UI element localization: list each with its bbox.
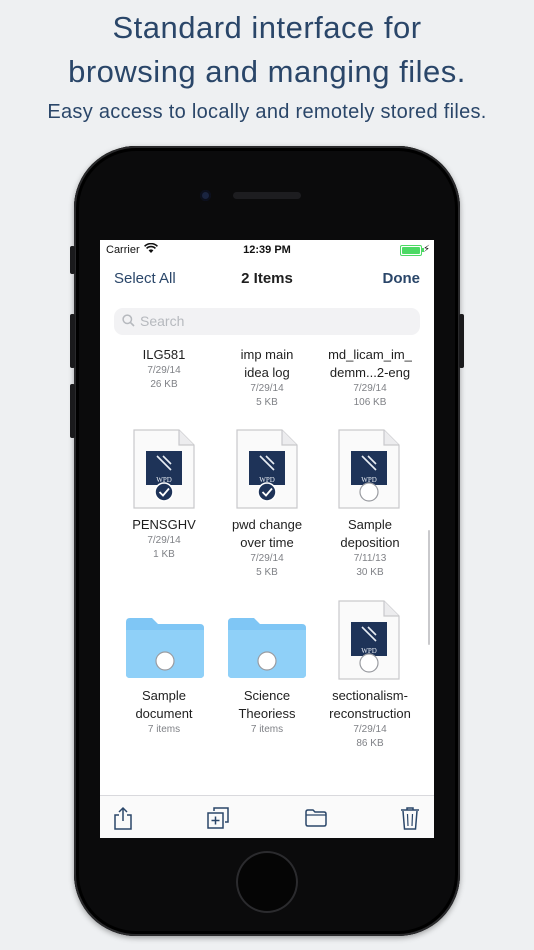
file-size: 26 KB (150, 379, 178, 390)
file-item-imp-main-idea-log[interactable]: imp main idea log 7/29/14 5 KB (215, 346, 319, 410)
app-screen: Carrier 12:39 PM ⚡ Select All 2 Items Do… (100, 240, 434, 838)
folder-name-line1: Sample (141, 688, 187, 703)
folder-item-science-theoriess[interactable]: Science Theoriess 7 items (215, 687, 319, 737)
search-icon (122, 314, 135, 332)
file-item-sample-deposition[interactable]: Sample deposition 7/11/13 30 KB (318, 516, 422, 580)
battery-icon (400, 245, 424, 256)
folder-icon[interactable] (226, 616, 308, 680)
search-placeholder: Search (140, 313, 185, 329)
front-camera (200, 190, 211, 201)
folder-name-line2: Theoriess (238, 706, 296, 721)
file-name: ILG581 (142, 347, 186, 362)
folder-item-sample-document[interactable]: Sample document 7 items (112, 687, 216, 737)
file-size: 5 KB (256, 397, 278, 408)
file-name-line1: sectionalism- (332, 688, 408, 703)
document-icon[interactable]: WPD (236, 429, 298, 509)
done-button[interactable]: Done (383, 270, 421, 287)
file-name-line2: over time (240, 535, 294, 550)
file-item-pwd-change[interactable]: pwd change over time 7/29/14 5 KB (215, 516, 319, 580)
search-field[interactable]: Search (114, 308, 420, 335)
file-date: 7/29/14 (353, 383, 387, 394)
file-name-line2: deposition (340, 535, 400, 550)
file-name-line2: demm...2-eng (329, 365, 411, 380)
charging-bolt-icon: ⚡ (422, 244, 430, 255)
file-date: 7/11/13 (353, 553, 387, 564)
navigation-bar: Select All 2 Items Done (100, 266, 434, 292)
file-size: 1 KB (153, 549, 175, 560)
document-icon[interactable]: WPD (338, 600, 400, 680)
phone-volume-up (70, 314, 75, 368)
file-date: 7/29/14 (147, 535, 181, 546)
file-date: 7/29/14 (250, 383, 284, 394)
bottom-toolbar (100, 795, 434, 838)
file-name-line2: reconstruction (329, 706, 411, 721)
folder-count: 7 items (250, 724, 284, 735)
file-size: 30 KB (356, 567, 384, 578)
folder-name-line1: Science (243, 688, 291, 703)
document-icon[interactable]: WPD (338, 429, 400, 509)
promo-headline-line2: browsing and manging files. (68, 54, 466, 89)
file-name-line1: md_licam_im_ (328, 347, 412, 362)
file-name-line2: idea log (244, 365, 290, 380)
file-item-pensghv[interactable]: PENSGHV 7/29/14 1 KB (112, 516, 216, 562)
file-item-md-licam[interactable]: md_licam_im_ demm...2-eng 7/29/14 106 KB (318, 346, 422, 410)
duplicate-icon[interactable] (206, 806, 230, 835)
promo-subline: Easy access to locally and remotely stor… (47, 101, 487, 123)
status-time: 12:39 PM (243, 244, 291, 256)
folder-count: 7 items (147, 724, 181, 735)
home-button[interactable] (236, 851, 298, 913)
document-icon[interactable]: WPD (133, 429, 195, 509)
promo-headline-line1: Standard interface for (112, 10, 422, 45)
file-date: 7/29/14 (353, 724, 387, 735)
file-name-line1: imp main (240, 347, 294, 362)
file-item-ilg581[interactable]: ILG581 7/29/14 26 KB (112, 346, 216, 392)
folder-icon[interactable] (305, 809, 327, 832)
share-icon[interactable] (113, 806, 133, 835)
file-item-sectionalism[interactable]: sectionalism- reconstruction 7/29/14 86 … (318, 687, 422, 751)
phone-mute-switch (70, 246, 75, 274)
file-name-line1: pwd change (231, 517, 303, 532)
phone-volume-down (70, 384, 75, 438)
trash-icon[interactable] (400, 806, 420, 835)
file-date: 7/29/14 (147, 365, 181, 376)
file-name: PENSGHV (132, 517, 196, 532)
scroll-indicator[interactable] (428, 530, 430, 645)
phone-power-button (459, 314, 464, 368)
folder-icon[interactable] (124, 616, 206, 680)
earpiece-speaker (233, 192, 301, 199)
folder-name-line2: document (135, 706, 193, 721)
file-name-line1: Sample (347, 517, 393, 532)
file-size: 86 KB (356, 738, 384, 749)
status-bar: Carrier 12:39 PM ⚡ (100, 240, 434, 260)
file-size: 5 KB (256, 567, 278, 578)
file-date: 7/29/14 (250, 553, 284, 564)
file-size: 106 KB (353, 397, 387, 408)
